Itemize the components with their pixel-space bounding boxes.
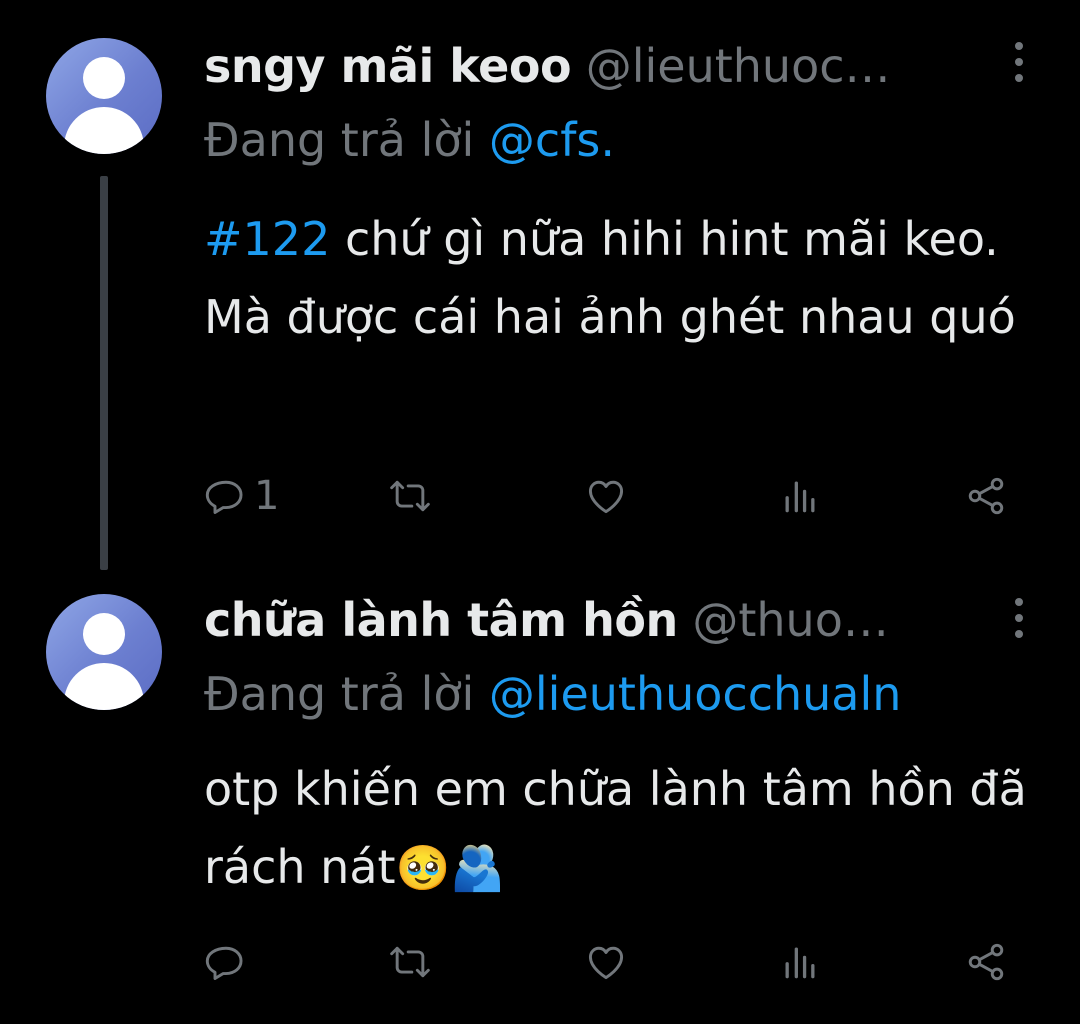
avatar-head-shape	[83, 57, 125, 99]
tweet-text: otp khiến em chữa lành tâm hồn đã rách n…	[204, 750, 1044, 908]
user-handle[interactable]: @thuo…	[692, 593, 889, 647]
tweet-text: #122 chứ gì nữa hihi hint mãi keo. Mà đư…	[204, 200, 1044, 356]
display-name[interactable]: chữa lành tâm hồn	[204, 593, 678, 647]
tweet-text-content: otp khiến em chữa lành tâm hồn đã rách n…	[204, 762, 1027, 894]
retweet-button[interactable]	[388, 468, 432, 524]
action-bar: 1	[200, 468, 1020, 524]
tweet-header: sngy mãi keoo @lieuthuoc…	[204, 36, 984, 96]
avatar-body-shape	[64, 663, 144, 710]
reply-button[interactable]: 1	[204, 468, 279, 524]
retweet-icon	[390, 480, 430, 512]
replying-to: Đang trả lời @cfs.	[204, 110, 615, 170]
reply-mention-link[interactable]: @cfs.	[489, 113, 615, 167]
views-button[interactable]	[778, 934, 822, 990]
share-button[interactable]	[964, 468, 1008, 524]
views-button[interactable]	[778, 468, 822, 524]
action-bar	[200, 934, 1020, 990]
more-vertical-icon[interactable]	[1006, 40, 1032, 84]
tweet-header: chữa lành tâm hồn @thuo…	[204, 590, 984, 650]
avatar[interactable]	[46, 594, 162, 710]
thread-connector-line	[100, 176, 108, 570]
share-icon	[968, 477, 1004, 515]
reply-button[interactable]	[204, 934, 254, 990]
display-name[interactable]: sngy mãi keoo	[204, 39, 572, 93]
pleading-face-emoji: 🥹	[395, 843, 451, 894]
user-handle[interactable]: @lieuthuoc…	[586, 39, 891, 93]
views-icon	[785, 481, 815, 513]
share-button[interactable]	[964, 934, 1008, 990]
replying-to: Đang trả lời @lieuthuocchualn	[204, 664, 901, 724]
avatar-body-shape	[64, 107, 144, 154]
reply-icon	[205, 946, 243, 980]
avatar-head-shape	[83, 613, 125, 655]
retweet-button[interactable]	[388, 934, 432, 990]
reply-count: 1	[254, 473, 280, 519]
replying-to-label: Đang trả lời	[204, 113, 489, 167]
reply-icon	[205, 480, 243, 514]
retweet-icon	[390, 946, 430, 978]
replying-to-label: Đang trả lời	[204, 667, 489, 721]
tweet[interactable]: chữa lành tâm hồn @thuo… Đang trả lời @l…	[0, 570, 1080, 1024]
like-button[interactable]	[584, 934, 628, 990]
more-vertical-icon[interactable]	[1006, 596, 1032, 640]
like-button[interactable]	[584, 468, 628, 524]
like-icon	[588, 946, 624, 980]
hashtag-link[interactable]: #122	[204, 212, 330, 266]
views-icon	[785, 947, 815, 979]
share-icon	[968, 943, 1004, 981]
reply-mention-link[interactable]: @lieuthuocchualn	[489, 667, 902, 721]
people-hugging-emoji: 🫂	[450, 843, 506, 894]
like-icon	[588, 480, 624, 514]
tweet[interactable]: sngy mãi keoo @lieuthuoc… Đang trả lời @…	[0, 0, 1080, 570]
avatar[interactable]	[46, 38, 162, 154]
reply-thread: sngy mãi keoo @lieuthuoc… Đang trả lời @…	[0, 0, 1080, 1024]
